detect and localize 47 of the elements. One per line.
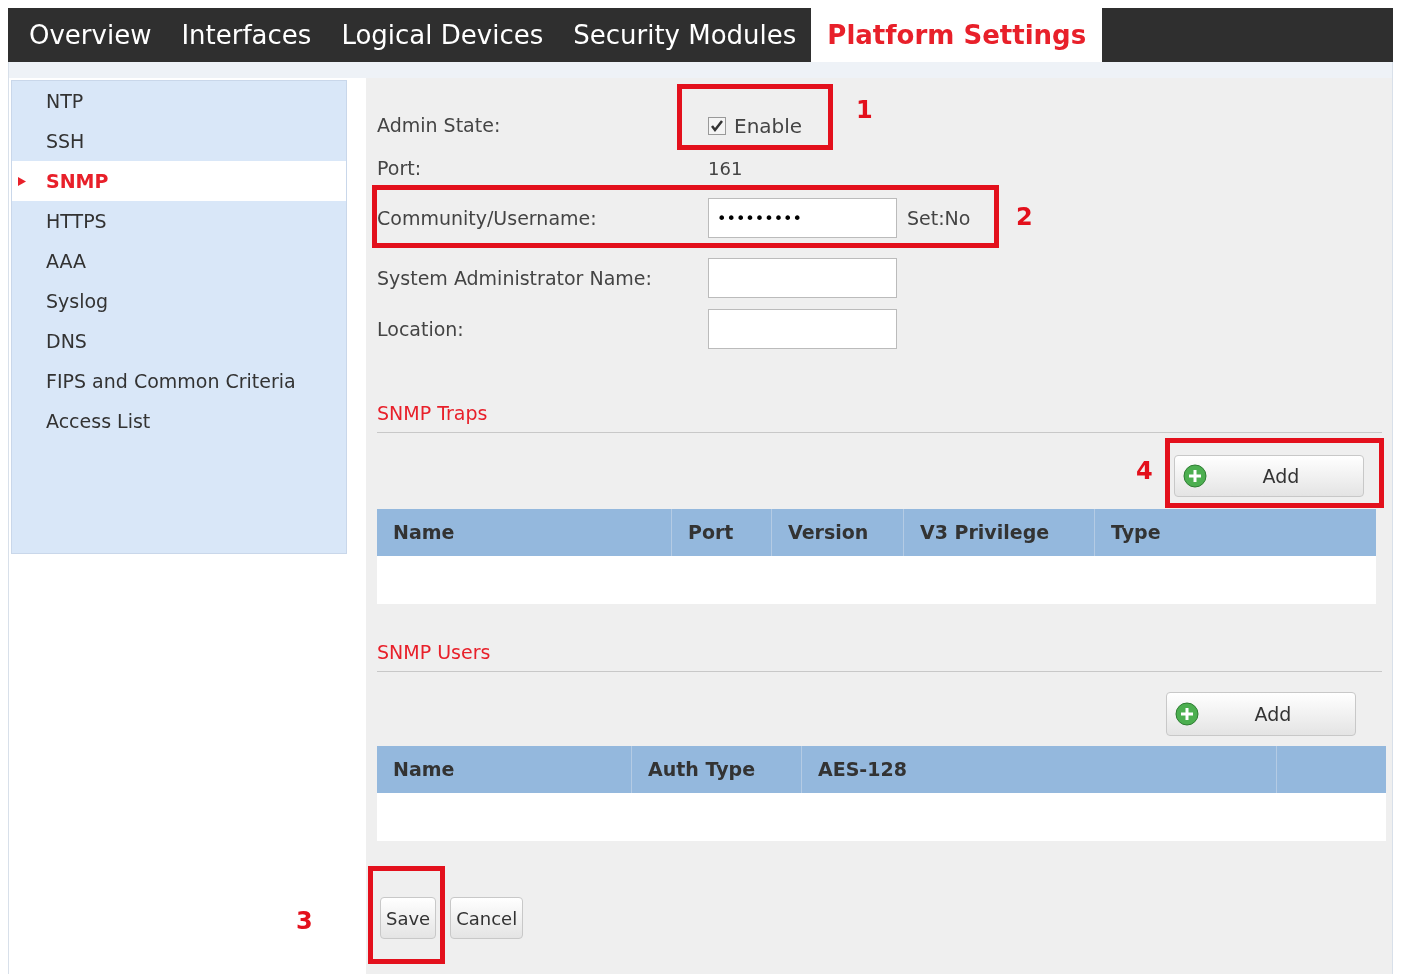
field-label: Location: <box>377 316 465 342</box>
tab[interactable]: Overview <box>14 8 167 62</box>
sidebar-item[interactable]: NTP <box>12 81 346 121</box>
input-field[interactable] <box>708 258 897 298</box>
port-value: 161 <box>708 156 743 181</box>
add-button[interactable]: Add <box>1166 692 1356 736</box>
field-label: Port: <box>377 155 423 181</box>
add-button[interactable]: Add <box>1174 455 1364 497</box>
callout-number: 4 <box>1136 456 1153 487</box>
callout-number: 1 <box>856 95 873 126</box>
column-header[interactable]: Port <box>688 518 734 547</box>
sidebar-item[interactable]: Syslog <box>12 281 346 321</box>
column-header[interactable]: Version <box>788 518 869 547</box>
cancel-button[interactable]: Cancel <box>450 897 524 939</box>
tab[interactable]: Security Modules <box>558 8 812 62</box>
column-header[interactable]: V3 Privilege <box>920 518 1050 547</box>
field-label: Admin State: <box>377 113 502 139</box>
section-title: SNMP Traps <box>377 401 488 427</box>
tab[interactable]: Platform Settings <box>811 8 1103 62</box>
column-header[interactable]: AES-128 <box>818 755 907 784</box>
save-button[interactable]: Save <box>380 897 437 939</box>
sidebar-item[interactable]: HTTPS <box>12 201 346 241</box>
sidebar-item[interactable]: FIPS and Common Criteria <box>12 361 346 401</box>
callout-number: 2 <box>1016 202 1033 233</box>
sidebar-item[interactable]: SSH <box>12 121 346 161</box>
column-header[interactable]: Auth Type <box>648 755 756 784</box>
sidebar-item[interactable]: Access List <box>12 401 346 441</box>
field-label: System Administrator Name: <box>377 265 653 291</box>
section-title: SNMP Users <box>377 640 491 666</box>
caret-icon <box>18 177 26 186</box>
tab[interactable]: Interfaces <box>166 8 327 62</box>
sidebar-item[interactable]: SNMP <box>12 161 346 201</box>
add-icon <box>1183 464 1207 488</box>
sidebar-item[interactable]: DNS <box>12 321 346 361</box>
tab[interactable]: Logical Devices <box>326 8 559 62</box>
column-header[interactable]: Name <box>393 518 455 547</box>
column-header[interactable]: Name <box>393 755 455 784</box>
column-header[interactable]: Type <box>1111 518 1161 547</box>
add-icon <box>1175 702 1199 726</box>
set-status: Set:No <box>907 205 971 231</box>
field-label: Community/Username: <box>377 205 598 231</box>
password-field[interactable]: ••••••••• <box>708 198 897 238</box>
checkbox-label: Enable <box>734 112 803 140</box>
sidebar-item[interactable]: AAA <box>12 241 346 281</box>
callout-number: 3 <box>296 906 313 937</box>
input-field[interactable] <box>708 309 897 349</box>
checkbox[interactable] <box>708 116 726 135</box>
